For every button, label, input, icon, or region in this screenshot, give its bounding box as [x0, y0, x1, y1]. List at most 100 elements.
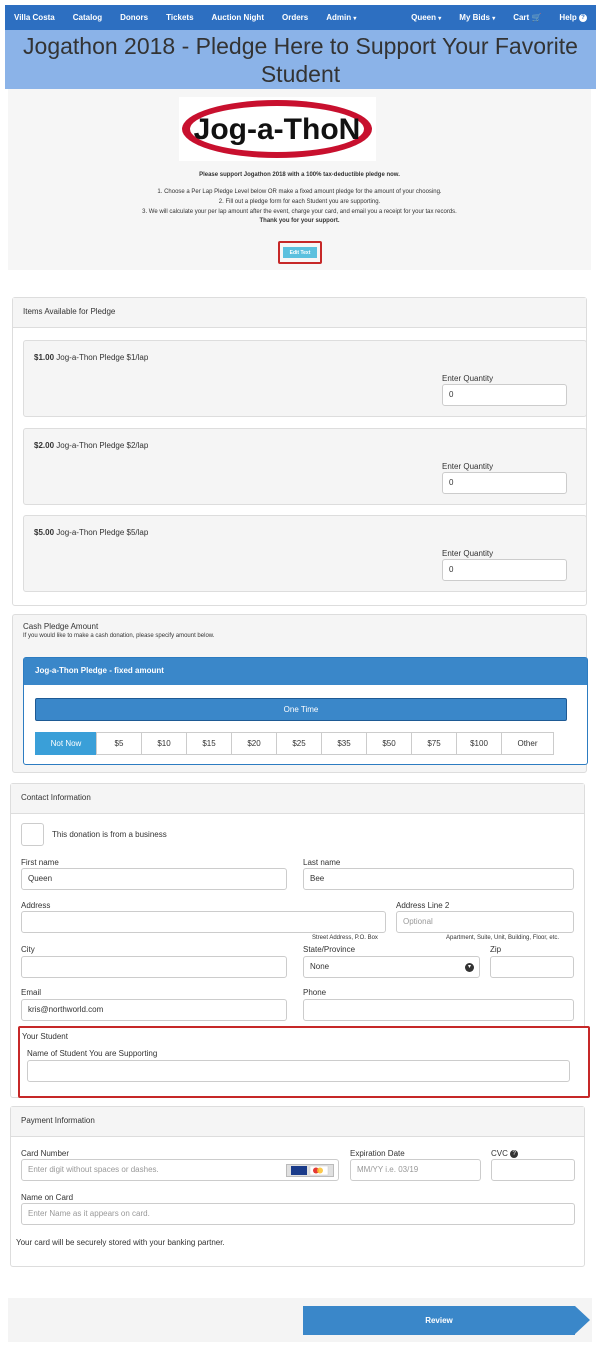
review-arrow-icon	[575, 1306, 590, 1334]
quantity-input[interactable]: 0	[442, 472, 567, 494]
phone-field[interactable]	[303, 999, 574, 1021]
amount-20-button[interactable]: $20	[231, 732, 277, 755]
cvc-field[interactable]	[491, 1159, 575, 1181]
amount-75-button[interactable]: $75	[411, 732, 457, 755]
contact-panel-title: Contact Information	[11, 784, 584, 814]
intro-step-2: 2. Fill out a pledge form for each Stude…	[218, 199, 381, 205]
name-on-card-field[interactable]: Enter Name as it appears on card.	[21, 1203, 575, 1225]
nav-user-label: Queen	[411, 13, 437, 22]
state-select-value: None	[310, 962, 330, 971]
address-hint: Street Address, P.O. Box	[312, 935, 378, 941]
quantity-label: Enter Quantity	[442, 374, 494, 383]
business-checkbox[interactable]	[21, 823, 44, 846]
chevron-down-icon: ▾	[492, 16, 496, 22]
quantity-input[interactable]: 0	[442, 384, 567, 406]
intro-bold-line: Please support Jogathon 2018 with a 100%…	[199, 172, 400, 178]
amount-other-button[interactable]: Other	[501, 732, 554, 755]
nav-admin-dropdown[interactable]: Admin ▾	[317, 13, 365, 22]
cash-pledge-title: Cash Pledge Amount	[23, 622, 99, 631]
amount-15-button[interactable]: $15	[186, 732, 232, 755]
email-label: Email	[21, 988, 42, 997]
amount-35-button[interactable]: $35	[321, 732, 367, 755]
nav-tickets[interactable]: Tickets	[157, 13, 202, 22]
student-name-field[interactable]	[27, 1060, 570, 1082]
email-field[interactable]: kris@northworld.com	[21, 999, 287, 1021]
pledge-item-1: $1.00 Jog-a-Thon Pledge $1/lap Enter Qua…	[23, 340, 587, 417]
nav-admin-label: Admin	[326, 13, 352, 22]
brand-link[interactable]: Villa Costa	[5, 13, 64, 22]
pledge-item-2: $2.00 Jog-a-Thon Pledge $2/lap Enter Qua…	[23, 428, 587, 505]
nav-my-bids-dropdown[interactable]: My Bids ▾	[450, 13, 504, 22]
last-name-field[interactable]: Bee	[303, 868, 574, 890]
card-number-field[interactable]: Enter digit without spaces or dashes.	[21, 1159, 339, 1181]
address-field[interactable]	[21, 911, 386, 933]
business-checkbox-label: This donation is from a business	[52, 830, 167, 839]
nav-my-bids-label: My Bids	[459, 13, 490, 22]
amount-10-button[interactable]: $10	[141, 732, 187, 755]
items-panel: Items Available for Pledge $1.00 Jog-a-T…	[12, 297, 587, 606]
state-label: State/Province	[303, 945, 356, 954]
quantity-label: Enter Quantity	[442, 549, 494, 558]
pledge-item-price: $1.00	[34, 353, 55, 362]
top-navbar: Villa Costa Catalog Donors Tickets Aucti…	[5, 5, 596, 30]
cvc-label-text: CVC	[491, 1149, 508, 1158]
your-student-heading: Your Student	[22, 1032, 68, 1041]
nav-catalog[interactable]: Catalog	[64, 13, 111, 22]
quantity-input[interactable]: 0	[442, 559, 567, 581]
pledge-item-title: $5.00 Jog-a-Thon Pledge $5/lap	[34, 528, 148, 537]
pledge-item-price: $5.00	[34, 528, 55, 537]
your-student-highlight: Your Student Name of Student You are Sup…	[18, 1026, 590, 1098]
amount-50-button[interactable]: $50	[366, 732, 412, 755]
zip-field[interactable]	[490, 956, 574, 978]
nav-orders[interactable]: Orders	[273, 13, 317, 22]
question-circle-icon[interactable]: ?	[510, 1149, 519, 1158]
payment-panel-title: Payment Information	[11, 1107, 584, 1137]
amount-25-button[interactable]: $25	[276, 732, 322, 755]
intro-thanks: Thank you for your support.	[259, 218, 340, 224]
nav-auction-night[interactable]: Auction Night	[203, 13, 273, 22]
nav-donors[interactable]: Donors	[111, 13, 157, 22]
pledge-item-title: $1.00 Jog-a-Thon Pledge $1/lap	[34, 353, 148, 362]
nav-user-dropdown[interactable]: Queen ▾	[402, 13, 450, 22]
items-panel-title: Items Available for Pledge	[13, 298, 586, 328]
contact-panel: Contact Information This donation is fro…	[10, 783, 590, 1098]
card-number-label: Card Number	[21, 1149, 70, 1158]
fixed-amount-panel: Jog-a-Thon Pledge - fixed amount One Tim…	[23, 657, 588, 765]
first-name-field[interactable]: Queen	[21, 868, 287, 890]
fixed-amount-title: Jog-a-Thon Pledge - fixed amount	[24, 658, 587, 685]
amount-100-button[interactable]: $100	[456, 732, 502, 755]
pledge-item-name: Jog-a-Thon Pledge $2/lap	[56, 441, 149, 450]
one-time-button[interactable]: One Time	[35, 698, 567, 721]
nav-help-label: Help	[559, 13, 577, 22]
cvc-label: CVC ?	[491, 1149, 519, 1158]
last-name-label: Last name	[303, 858, 341, 867]
intro-step-1: 1. Choose a Per Lap Pledge Level below O…	[157, 189, 442, 195]
edit-text-button[interactable]: Edit Text	[283, 247, 317, 258]
pledge-item-name: Jog-a-Thon Pledge $5/lap	[56, 528, 149, 537]
city-label: City	[21, 945, 35, 954]
first-name-label: First name	[21, 858, 59, 867]
pledge-item-3: $5.00 Jog-a-Thon Pledge $5/lap Enter Qua…	[23, 515, 587, 592]
page-title: Jogathon 2018 - Pledge Here to Support Y…	[23, 33, 578, 87]
nav-cart-label: Cart	[513, 13, 530, 22]
state-select[interactable]: None ▾	[303, 956, 480, 978]
nav-help[interactable]: Help ?	[550, 13, 596, 22]
cash-pledge-panel: Cash Pledge Amount If you would like to …	[12, 614, 588, 773]
nav-cart[interactable]: Cart 🛒	[504, 13, 550, 22]
card-storage-note: Your card will be securely stored with y…	[16, 1238, 225, 1247]
city-field[interactable]	[21, 956, 287, 978]
expiration-date-field[interactable]: MM/YY i.e. 03/19	[350, 1159, 481, 1181]
quantity-label: Enter Quantity	[442, 462, 494, 471]
question-circle-icon: ?	[579, 13, 587, 22]
credit-card-logos-icon	[286, 1164, 334, 1177]
pledge-item-name: Jog-a-Thon Pledge $1/lap	[56, 353, 149, 362]
amount-not-now-button[interactable]: Not Now	[35, 732, 97, 755]
review-button[interactable]: Review	[303, 1306, 575, 1335]
pledge-item-price: $2.00	[34, 441, 55, 450]
amount-5-button[interactable]: $5	[96, 732, 142, 755]
cash-pledge-subtitle: If you would like to make a cash donatio…	[23, 633, 215, 639]
address-line-2-label: Address Line 2	[396, 901, 450, 910]
address-line-2-field[interactable]: Optional	[396, 911, 574, 933]
logo-text: Jog-a-ThoN	[194, 113, 361, 146]
student-name-label: Name of Student You are Supporting	[27, 1049, 158, 1058]
